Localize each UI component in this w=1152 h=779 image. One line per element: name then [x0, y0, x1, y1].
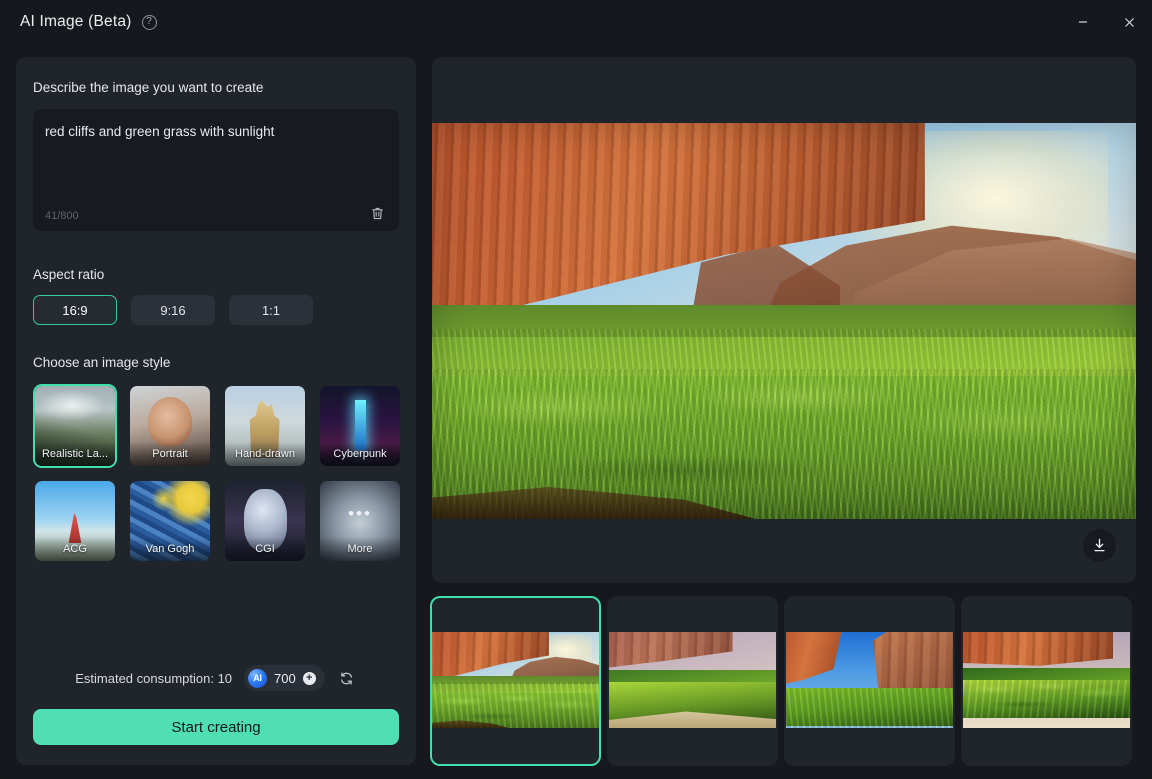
thumbnail-image [786, 632, 953, 728]
minimize-button[interactable] [1060, 0, 1106, 44]
style-card-more[interactable]: ••• More [318, 479, 402, 563]
aspect-ratio-group: 16:9 9:16 1:1 [33, 295, 313, 325]
describe-label: Describe the image you want to create [33, 80, 264, 95]
result-thumbnail-4[interactable] [961, 596, 1132, 766]
thumbnail-image [963, 632, 1130, 728]
image-style-label: Choose an image style [33, 355, 171, 370]
style-card-realistic-landscape[interactable]: Realistic La... [33, 384, 117, 468]
result-thumbnail-2[interactable] [607, 596, 778, 766]
window-controls [1060, 0, 1152, 44]
aspect-ratio-1-1[interactable]: 1:1 [229, 295, 313, 325]
style-card-cgi[interactable]: CGI [223, 479, 307, 563]
style-card-hand-drawn[interactable]: Hand-drawn [223, 384, 307, 468]
style-label: Hand-drawn [225, 442, 305, 466]
character-counter: 41/800 [45, 210, 79, 222]
thumbnail-image [432, 632, 599, 728]
plus-circle-icon[interactable]: + [302, 671, 316, 685]
aspect-ratio-label: Aspect ratio [33, 267, 105, 282]
ai-image-window: AI Image (Beta) ? Describe the image you… [0, 0, 1152, 779]
image-style-grid: Realistic La... Portrait Hand-drawn Cybe… [33, 384, 402, 563]
result-thumbnail-3[interactable] [784, 596, 955, 766]
page-title: AI Image (Beta) [20, 13, 132, 30]
generated-image-preview[interactable] [432, 123, 1136, 519]
refresh-icon[interactable] [337, 668, 357, 688]
trash-icon[interactable] [366, 202, 388, 224]
aspect-ratio-9-16[interactable]: 9:16 [131, 295, 215, 325]
prompt-text-value[interactable]: red cliffs and green grass with sunlight [45, 122, 389, 141]
prompt-input[interactable]: red cliffs and green grass with sunlight… [33, 109, 399, 231]
start-creating-button[interactable]: Start creating [33, 709, 399, 745]
preview-panel [432, 57, 1136, 583]
ellipsis-icon: ••• [348, 504, 372, 523]
style-label: ACG [35, 537, 115, 561]
style-card-portrait[interactable]: Portrait [128, 384, 212, 468]
style-label: Realistic La... [35, 442, 115, 466]
download-icon[interactable] [1083, 529, 1116, 562]
style-label: Portrait [130, 442, 210, 466]
style-label: More [320, 537, 400, 561]
style-label: Cyberpunk [320, 442, 400, 466]
style-label: CGI [225, 537, 305, 561]
credit-amount: 700 [274, 670, 296, 686]
result-thumbnail-1[interactable] [430, 596, 601, 766]
thumbnail-image [609, 632, 776, 728]
question-circle-icon[interactable]: ? [141, 14, 157, 30]
credit-balance-pill[interactable]: AI 700 + [244, 665, 325, 691]
ai-credit-icon: AI [248, 668, 268, 688]
style-card-van-gogh[interactable]: Van Gogh [128, 479, 212, 563]
style-label: Van Gogh [130, 537, 210, 561]
style-card-acg[interactable]: ACG [33, 479, 117, 563]
settings-panel: Describe the image you want to create re… [16, 57, 416, 765]
title-bar: AI Image (Beta) ? [0, 0, 1152, 44]
estimated-consumption-label: Estimated consumption: 10 [75, 670, 233, 686]
style-card-cyberpunk[interactable]: Cyberpunk [318, 384, 402, 468]
consumption-row: Estimated consumption: 10 AI 700 + [16, 665, 416, 691]
results-thumbnail-strip [430, 596, 1138, 766]
aspect-ratio-16-9[interactable]: 16:9 [33, 295, 117, 325]
close-button[interactable] [1106, 0, 1152, 44]
